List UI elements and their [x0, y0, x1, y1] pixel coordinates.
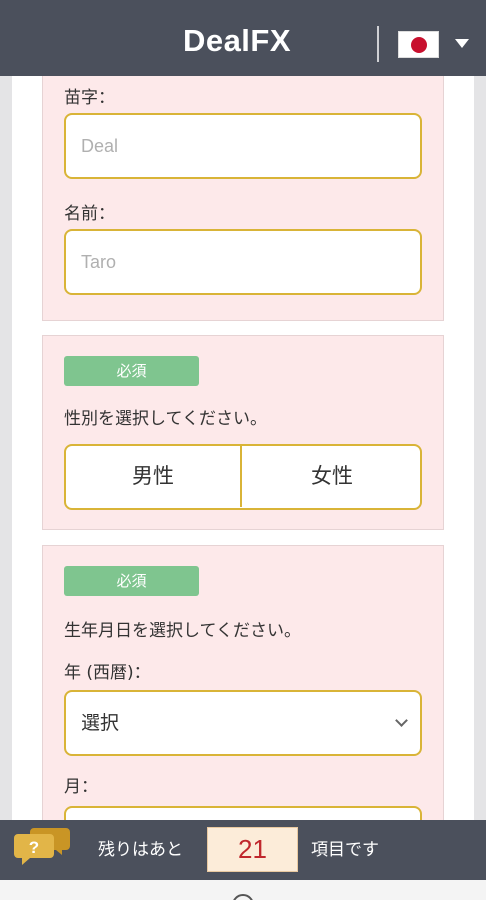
first-name-placeholder: Taro — [81, 252, 117, 272]
last-name-placeholder: Deal — [81, 136, 119, 156]
header-divider — [377, 26, 379, 62]
remaining-count: 21 — [207, 827, 298, 872]
svg-text:?: ? — [29, 838, 39, 857]
gender-option-female[interactable]: 女性 — [244, 446, 420, 507]
year-select[interactable]: 選択 — [64, 690, 422, 756]
remaining-prefix: 残りはあと — [98, 840, 183, 860]
month-select[interactable] — [64, 806, 422, 820]
year-select-value: 選択 — [81, 712, 120, 734]
required-badge: 必須 — [64, 356, 199, 386]
birthdate-prompt: 生年月日を選択してください。 — [64, 621, 301, 641]
gender-panel: 必須 性別を選択してください。 男性 女性 — [42, 335, 444, 530]
bottom-strip — [0, 880, 486, 900]
last-name-input[interactable]: Deal — [64, 113, 422, 179]
remaining-items-bar: ? 残りはあと 21 項目です — [0, 820, 486, 880]
year-label: 年 (西暦)： — [64, 663, 151, 683]
first-name-input[interactable]: Taro — [64, 229, 422, 295]
gender-prompt: 性別を選択してください。 — [64, 409, 267, 429]
question-bubble-icon[interactable]: ? — [14, 824, 72, 874]
last-name-label: 苗字： — [64, 88, 115, 108]
form-content: 苗字： Deal 名前： Taro 必須 性別を選択してください。 男性 女性 … — [12, 76, 474, 820]
app-header: DealFX — [0, 0, 486, 76]
first-name-label: 名前： — [64, 204, 115, 224]
japan-flag-icon[interactable] — [398, 31, 439, 58]
gender-option-male[interactable]: 男性 — [66, 446, 242, 507]
birthdate-panel: 必須 生年月日を選択してください。 年 (西暦)： 選択 月： — [42, 545, 444, 820]
month-label: 月： — [64, 777, 98, 797]
flag-sun — [411, 37, 427, 53]
name-panel: 苗字： Deal 名前： Taro — [42, 76, 444, 321]
chevron-down-icon — [395, 714, 408, 727]
required-badge: 必須 — [64, 566, 199, 596]
gender-toggle: 男性 女性 — [64, 444, 422, 510]
language-dropdown-caret-icon[interactable] — [455, 39, 469, 48]
remaining-suffix: 項目です — [311, 840, 379, 860]
scroll-indicator — [232, 894, 254, 900]
